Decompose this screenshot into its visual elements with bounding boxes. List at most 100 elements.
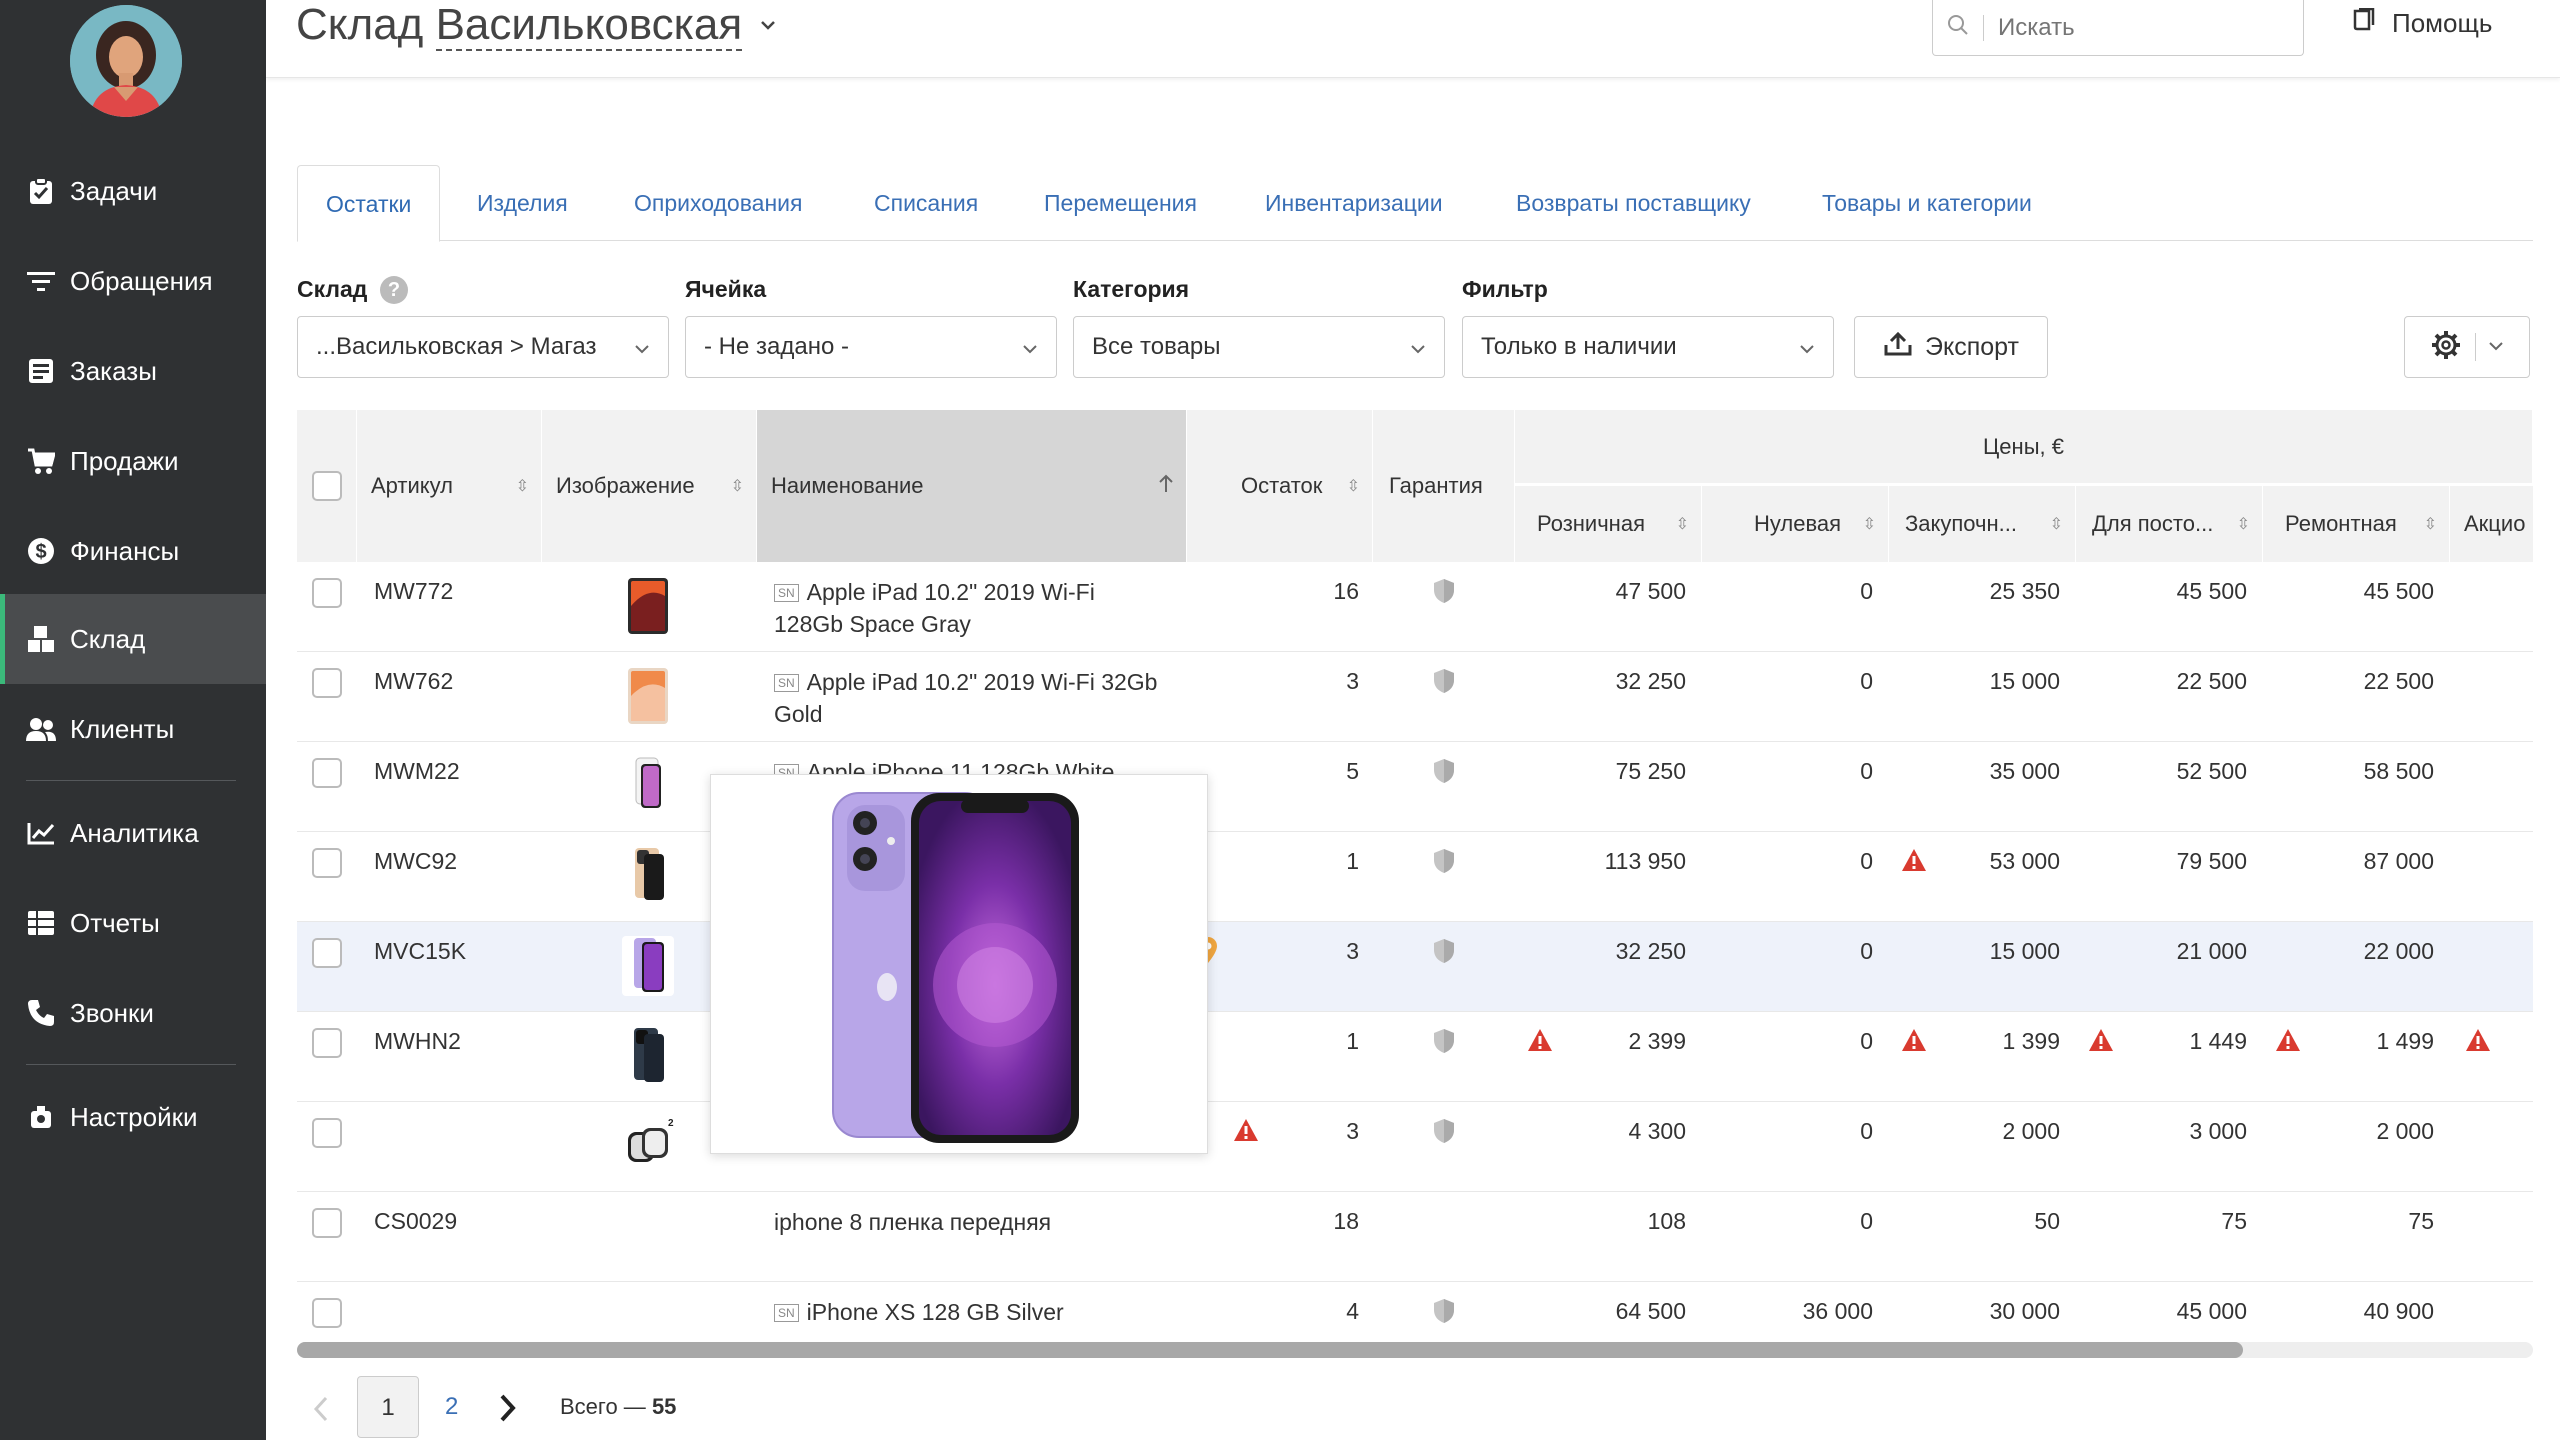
sidebar-item-settings[interactable]: Настройки bbox=[0, 1072, 266, 1162]
select-all-checkbox[interactable] bbox=[311, 471, 342, 501]
row-checkbox[interactable] bbox=[312, 668, 342, 698]
row-mwhn2[interactable]: MWHN2 1 2 399 0 1 399 1 449 1 499 bbox=[297, 1012, 2533, 1102]
header-stock[interactable]: Остаток ⇳ bbox=[1187, 410, 1373, 562]
avatar[interactable] bbox=[70, 5, 182, 117]
cell-select[interactable]: - Не задано - bbox=[685, 316, 1057, 378]
product-thumbnail[interactable] bbox=[622, 756, 674, 816]
stock-filter-select[interactable]: Только в наличии bbox=[1462, 316, 1834, 378]
tab-stock[interactable]: Остатки bbox=[297, 165, 441, 242]
tab-transfers[interactable]: Перемещения bbox=[1044, 165, 1197, 241]
page-2-link[interactable]: 2 bbox=[445, 1376, 458, 1438]
sidebar-item-requests[interactable]: Обращения bbox=[0, 236, 266, 326]
sidebar-item-label: Заказы bbox=[70, 355, 157, 386]
sidebar-item-reports[interactable]: Отчеты bbox=[0, 878, 266, 968]
row-checkbox[interactable] bbox=[312, 938, 342, 968]
row-mvc15k[interactable]: MVC15K 3 32 250 0 15 000 21 000 22 000 bbox=[297, 922, 2533, 1012]
cell-stock: 4 bbox=[1346, 1298, 1359, 1324]
cart-icon bbox=[26, 446, 56, 476]
row-mw762[interactable]: MW762 SN Apple iPad 10.2" 2019 Wi-Fi 32Gb G… bbox=[297, 652, 2533, 742]
warehouse-switcher[interactable]: Васильковская bbox=[435, 0, 743, 51]
category-select[interactable]: Все товары bbox=[1073, 316, 1445, 378]
sidebar-item-analytics[interactable]: Аналитика bbox=[0, 788, 266, 878]
cell-name[interactable]: SN iPhone XS 128 GB Silver bbox=[774, 1296, 1184, 1340]
tab-inventory[interactable]: Инвентаризации bbox=[1265, 165, 1443, 241]
button-divider bbox=[2475, 333, 2476, 361]
page-1-button[interactable]: 1 bbox=[357, 1376, 419, 1438]
sort-icon: ⇳ bbox=[730, 478, 744, 495]
tab-receipts[interactable]: Оприходования bbox=[634, 165, 802, 241]
header-zero[interactable]: Нулевая ⇳ bbox=[1702, 486, 1889, 562]
product-image bbox=[635, 848, 664, 900]
chevron-down-icon bbox=[1022, 333, 1038, 361]
sort-icon: ⇳ bbox=[1675, 516, 1689, 533]
tab-items[interactable]: Изделия bbox=[477, 165, 568, 241]
sidebar-item-clients[interactable]: Клиенты bbox=[0, 684, 266, 774]
header-regular-label: Для посто... bbox=[2092, 511, 2214, 536]
row-mwc92[interactable]: MWC92 1 113 950 0 53 000 79 500 87 000 bbox=[297, 832, 2533, 922]
sidebar-item-warehouse[interactable]: Склад bbox=[0, 594, 266, 684]
chart-line-icon bbox=[26, 818, 56, 848]
row-checkbox[interactable] bbox=[312, 1298, 342, 1328]
product-image: 2 bbox=[628, 1118, 674, 1162]
sidebar-item-orders[interactable]: Заказы bbox=[0, 326, 266, 416]
product-thumbnail[interactable] bbox=[622, 576, 674, 636]
horizontal-scrollbar[interactable] bbox=[297, 1342, 2533, 1358]
tabs-bar: Остатки Изделия Оприходования Списания П… bbox=[297, 165, 2533, 242]
row-iphone-xs[interactable]: SN iPhone XS 128 GB Silver 4 64 500 36 000 30… bbox=[297, 1282, 2533, 1340]
dollar-coin-icon: $ bbox=[26, 536, 56, 566]
sidebar-item-calls[interactable]: Звонки bbox=[0, 968, 266, 1058]
row-mwm22[interactable]: MWM22 SN Apple iPhone 11 128Gb White 5 75 25… bbox=[297, 742, 2533, 832]
serial-number-badge: SN bbox=[774, 674, 799, 692]
sidebar-item-finance[interactable]: $ Финансы bbox=[0, 506, 266, 596]
product-thumbnail[interactable] bbox=[622, 1026, 674, 1086]
chevron-right-icon[interactable] bbox=[499, 1394, 517, 1427]
sidebar-item-label: Клиенты bbox=[70, 713, 175, 744]
serial-number-badge: SN bbox=[774, 584, 799, 602]
search-box[interactable] bbox=[1932, 0, 2304, 56]
product-thumbnail[interactable] bbox=[622, 936, 674, 996]
header-regular[interactable]: Для посто... ⇳ bbox=[2076, 486, 2263, 562]
header-repair[interactable]: Ремонтная ⇳ bbox=[2263, 486, 2450, 562]
header-image[interactable]: Изображение ⇳ bbox=[542, 410, 757, 562]
chevron-down-icon bbox=[634, 333, 650, 361]
sort-icon: ⇳ bbox=[2049, 516, 2063, 533]
header-retail[interactable]: Розничная ⇳ bbox=[1515, 486, 1702, 562]
tab-products-categories[interactable]: Товары и категории bbox=[1822, 165, 2032, 241]
sort-icon: ⇳ bbox=[1862, 516, 1876, 533]
row-mw772[interactable]: MW772 SN Apple iPad 10.2" 2019 Wi-Fi 128Gb … bbox=[297, 562, 2533, 652]
row-checkbox[interactable] bbox=[312, 1028, 342, 1058]
chevron-down-icon[interactable] bbox=[760, 18, 776, 36]
row-watch[interactable]: 234 300 0 2 000 3 000 2 000 bbox=[297, 1102, 2533, 1192]
search-input[interactable] bbox=[1998, 13, 2298, 42]
help-question-icon[interactable]: ? bbox=[380, 276, 408, 304]
sidebar-item-label: Склад bbox=[70, 623, 146, 654]
header-promo[interactable]: Акцио bbox=[2450, 486, 2533, 562]
warehouse-filter-label: Склад bbox=[297, 276, 368, 302]
row-checkbox[interactable] bbox=[312, 848, 342, 878]
page-title: Склад Васильковская bbox=[296, 0, 743, 51]
tab-supplier-returns[interactable]: Возвраты поставщику bbox=[1516, 165, 1751, 241]
tab-writeoffs[interactable]: Списания bbox=[874, 165, 978, 241]
row-checkbox[interactable] bbox=[312, 758, 342, 788]
help-link[interactable]: Помощь bbox=[2352, 7, 2492, 39]
warehouse-select[interactable]: ...Васильковская > Магаз bbox=[297, 316, 669, 378]
scrollbar-thumb[interactable] bbox=[297, 1342, 2243, 1358]
export-button[interactable]: Экспорт bbox=[1854, 316, 2048, 378]
row-checkbox[interactable] bbox=[312, 1118, 342, 1148]
product-thumbnail[interactable]: 2 bbox=[622, 1116, 674, 1176]
product-thumbnail[interactable] bbox=[622, 846, 674, 906]
sidebar-item-sales[interactable]: Продажи bbox=[0, 416, 266, 506]
header-purchase[interactable]: Закупочн... ⇳ bbox=[1889, 486, 2076, 562]
table-settings-button[interactable] bbox=[2404, 316, 2530, 378]
row-cs0029[interactable]: CS0029 iphone 8 пленка передняя 18 108 0 50 75… bbox=[297, 1192, 2533, 1282]
product-thumbnail[interactable] bbox=[622, 666, 674, 726]
header-warranty[interactable]: Гарантия bbox=[1373, 410, 1515, 562]
sidebar-item-tasks[interactable]: Задачи bbox=[0, 146, 266, 236]
sidebar-item-label: Аналитика bbox=[70, 817, 199, 848]
header-article[interactable]: Артикул ⇳ bbox=[357, 410, 542, 562]
order-list-icon bbox=[26, 356, 56, 386]
row-checkbox[interactable] bbox=[312, 1208, 342, 1238]
chevron-left-icon[interactable] bbox=[313, 1396, 329, 1427]
header-name[interactable]: Наименование bbox=[757, 410, 1187, 562]
row-checkbox[interactable] bbox=[312, 578, 342, 608]
